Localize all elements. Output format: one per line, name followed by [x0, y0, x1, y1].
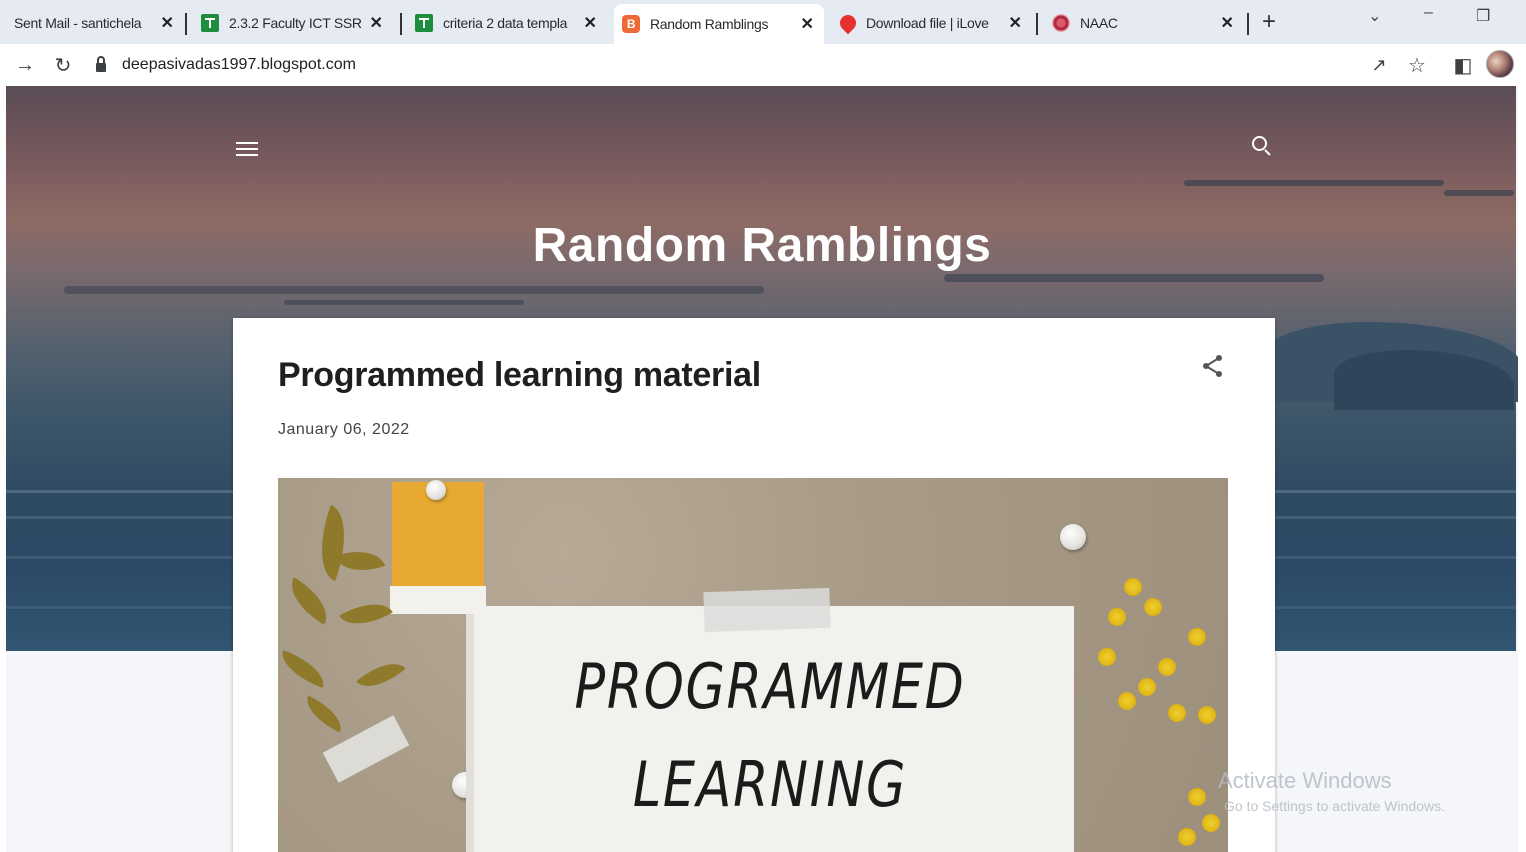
share-page-icon[interactable]: ↗: [1366, 52, 1392, 78]
tab-close-icon[interactable]: ✕: [798, 14, 816, 34]
tab-download-file[interactable]: Download file | iLove ✕: [832, 6, 1032, 40]
flower-decoration: [1158, 658, 1176, 676]
post-date[interactable]: January 06, 2022: [278, 421, 410, 439]
flower-decoration: [1168, 704, 1186, 722]
new-tab-icon[interactable]: +: [1262, 8, 1276, 36]
address-bar[interactable]: deepasivadas1997.blogspot.com: [96, 55, 356, 74]
tab-criteria-template[interactable]: criteria 2 data templa ✕: [407, 6, 607, 40]
flower-decoration: [1188, 788, 1206, 806]
tab-search-chevron-icon[interactable]: ⌄: [1368, 6, 1381, 26]
image-heading-line2: LEARNING: [632, 748, 908, 821]
flower-decoration: [1198, 706, 1216, 724]
tab-title: criteria 2 data templa: [443, 15, 568, 31]
tab-title: NAAC: [1080, 15, 1118, 31]
tab-title: 2.3.2 Faculty ICT SSR: [229, 15, 362, 31]
cloud-decoration: [1444, 190, 1514, 196]
flower-decoration: [1098, 648, 1116, 666]
lock-icon: [96, 55, 106, 72]
minimize-icon[interactable]: –: [1424, 4, 1433, 22]
image-heading-line1: PROGRAMMED: [574, 650, 966, 723]
tab-close-icon[interactable]: ✕: [581, 13, 599, 33]
tab-sent-mail[interactable]: Sent Mail - santichela ✕: [6, 6, 184, 40]
flower-decoration: [1118, 692, 1136, 710]
browser-toolbar: → ↻ deepasivadas1997.blogspot.com ↗ ☆ ◧: [0, 44, 1526, 86]
leaf-decoration: [339, 591, 393, 637]
pin-icon: [1060, 524, 1086, 550]
tab-title: Random Ramblings: [650, 16, 769, 32]
post-title[interactable]: Programmed learning material: [278, 356, 761, 395]
flower-decoration: [1202, 814, 1220, 832]
side-panel-icon[interactable]: ◧: [1450, 52, 1476, 78]
tape-decoration: [703, 587, 831, 633]
google-sheets-icon: [201, 14, 219, 32]
paper-edge: [466, 614, 474, 852]
leaf-decoration: [299, 695, 349, 733]
flower-decoration: [1124, 578, 1142, 596]
profile-avatar[interactable]: [1486, 50, 1514, 78]
activate-windows-hint: Go to Settings to activate Windows.: [1224, 798, 1445, 814]
search-icon[interactable]: [1248, 132, 1276, 160]
tab-separator: [1036, 13, 1038, 35]
tab-naac[interactable]: NAAC ✕: [1044, 6, 1244, 40]
leaf-decoration: [306, 504, 360, 582]
flower-decoration: [1138, 678, 1156, 696]
leaf-decoration: [356, 651, 406, 699]
url-text: deepasivadas1997.blogspot.com: [122, 56, 356, 73]
cloud-decoration: [64, 286, 764, 294]
flower-decoration: [1144, 598, 1162, 616]
forward-icon[interactable]: →: [12, 52, 38, 78]
blogger-icon: B: [622, 15, 640, 33]
tab-separator: [400, 13, 402, 35]
leaf-decoration: [280, 577, 338, 625]
flower-decoration: [1108, 608, 1126, 626]
tab-title: Download file | iLove: [866, 15, 989, 31]
google-sheets-icon: [415, 14, 433, 32]
tab-title: Sent Mail - santichela: [14, 15, 142, 31]
tab-close-icon[interactable]: ✕: [1006, 13, 1024, 33]
blog-title[interactable]: Random Ramblings: [6, 218, 1518, 273]
flower-decoration: [1188, 628, 1206, 646]
post-featured-image[interactable]: PROGRAMMED LEARNING: [278, 478, 1228, 852]
pin-icon: [426, 480, 446, 500]
ilovepdf-icon: [836, 11, 860, 35]
activate-windows-watermark: Activate Windows: [1218, 768, 1392, 793]
flower-decoration: [1178, 828, 1196, 846]
tab-strip: Sent Mail - santichela ✕ 2.3.2 Faculty I…: [0, 0, 1526, 44]
post-card: Programmed learning material January 06,…: [233, 318, 1275, 852]
cloud-decoration: [284, 300, 524, 305]
tab-faculty-ict[interactable]: 2.3.2 Faculty ICT SSR ✕: [193, 6, 393, 40]
tab-separator: [185, 13, 187, 35]
menu-icon[interactable]: [236, 138, 260, 156]
cloud-decoration: [1184, 180, 1444, 186]
naac-icon: [1052, 14, 1070, 32]
page-viewport: Random Ramblings Programmed learning mat…: [6, 86, 1518, 852]
cloud-decoration: [944, 274, 1324, 282]
share-icon[interactable]: [1199, 352, 1227, 380]
tab-close-icon[interactable]: ✕: [1218, 13, 1236, 33]
tab-random-ramblings[interactable]: B Random Ramblings ✕: [614, 4, 824, 44]
tab-separator: [1247, 13, 1249, 35]
leaf-decoration: [278, 650, 331, 688]
reload-icon[interactable]: ↻: [50, 52, 76, 78]
tab-close-icon[interactable]: ✕: [367, 13, 385, 33]
tab-close-icon[interactable]: ✕: [158, 13, 176, 33]
restore-icon[interactable]: ❐: [1476, 6, 1490, 26]
bookmark-star-icon[interactable]: ☆: [1404, 52, 1430, 78]
